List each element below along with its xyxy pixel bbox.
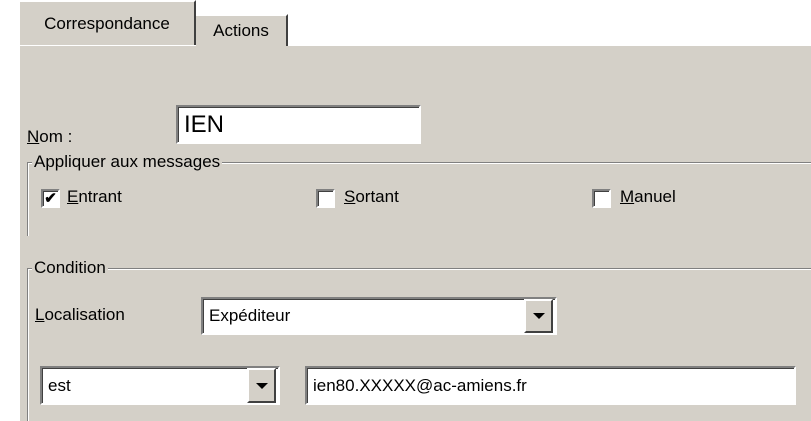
manual-checkbox[interactable] xyxy=(592,189,611,208)
name-label: Nom : xyxy=(27,127,73,146)
tab-actions[interactable]: Actions xyxy=(196,14,288,46)
manual-label[interactable]: Manuel xyxy=(620,187,676,207)
apply-messages-group xyxy=(27,162,811,236)
tab-correspondance[interactable]: Correspondance xyxy=(18,0,196,45)
condition-value-text: ien80.XXXXX@ac-amiens.fr xyxy=(313,375,527,395)
chevron-down-icon xyxy=(532,313,545,319)
outgoing-label[interactable]: Sortant xyxy=(344,187,399,207)
apply-messages-legend: Appliquer aux messages xyxy=(32,152,223,172)
location-select-value: Expéditeur xyxy=(209,306,291,325)
tab-actions-label: Actions xyxy=(213,21,269,40)
name-input-value: IEN xyxy=(184,110,225,138)
outgoing-checkbox[interactable] xyxy=(316,189,335,208)
tab-correspondance-label: Correspondance xyxy=(44,13,170,33)
name-input[interactable]: IEN xyxy=(176,105,421,144)
operator-dropdown-button[interactable] xyxy=(247,368,276,403)
condition-legend: Condition xyxy=(32,258,108,278)
operator-select[interactable]: est xyxy=(40,366,280,405)
chevron-down-icon xyxy=(255,382,268,389)
location-select[interactable]: Expéditeur xyxy=(201,297,557,335)
condition-value-input[interactable]: ien80.XXXXX@ac-amiens.fr xyxy=(305,366,796,405)
location-dropdown-button[interactable] xyxy=(524,299,553,333)
incoming-label[interactable]: Entrant xyxy=(67,187,122,207)
operator-select-value: est xyxy=(48,375,71,395)
location-label: Localisation xyxy=(35,305,125,324)
incoming-checkbox[interactable]: ✔ xyxy=(41,189,60,208)
